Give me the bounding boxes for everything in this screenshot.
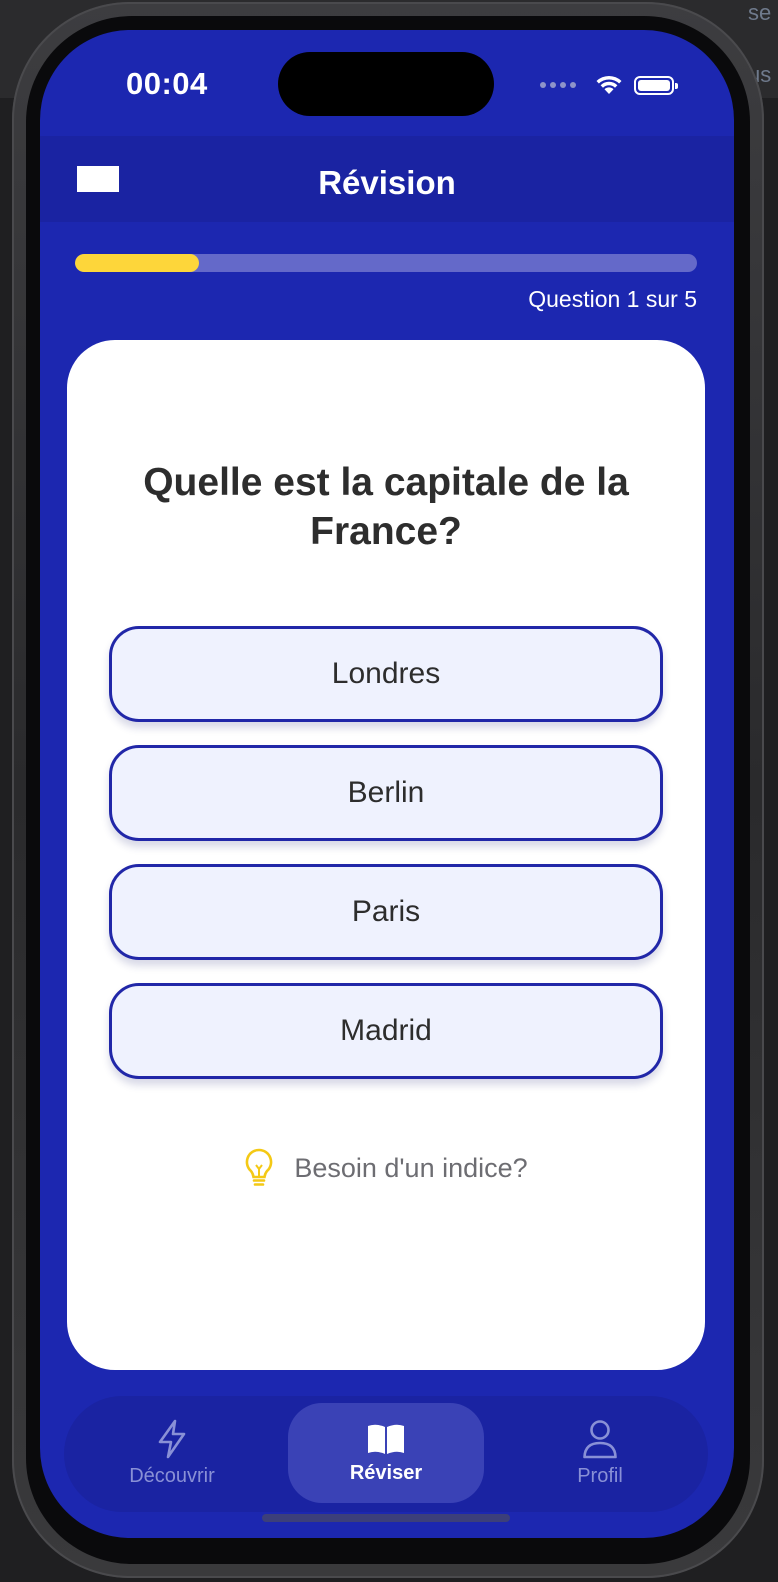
page-title: Révision <box>318 164 456 201</box>
app-screen: 00:04 Révision Question 1 sur 5 Quelle e… <box>40 30 734 1538</box>
status-time: 00:04 <box>126 66 208 101</box>
answer-option-londres[interactable]: Londres <box>109 626 663 722</box>
hint-button[interactable]: Besoin d'un indice? <box>67 1148 705 1188</box>
progress-label: Question 1 sur 5 <box>528 286 697 312</box>
tab-decouvrir[interactable]: Découvrir <box>74 1403 270 1503</box>
nav-bar: Révision <box>40 136 734 222</box>
quiz-progress-bar <box>75 254 697 272</box>
person-icon <box>583 1419 617 1458</box>
question-card: Quelle est la capitale de la France? Lon… <box>67 340 705 1370</box>
tab-label: Réviser <box>349 1461 423 1484</box>
status-icons <box>540 74 678 96</box>
tab-label: Profil <box>577 1464 623 1487</box>
book-icon <box>368 1424 404 1454</box>
answer-option-berlin[interactable]: Berlin <box>109 745 663 841</box>
tab-label: Découvrir <box>129 1464 215 1487</box>
hint-label: Besoin d'un indice? <box>294 1152 528 1183</box>
quiz-progress-fill <box>75 254 200 272</box>
tab-reviser[interactable]: Réviser <box>288 1403 484 1503</box>
question-text: Quelle est la capitale de la France? <box>143 461 629 553</box>
battery-icon <box>634 75 678 95</box>
backdrop-edge-text: se <box>748 0 772 25</box>
dynamic-island <box>278 52 494 116</box>
wifi-icon <box>596 75 622 94</box>
tab-bar: Découvrir Réviser Profil <box>64 1396 708 1512</box>
lightning-icon <box>158 1419 186 1458</box>
answer-option-paris[interactable]: Paris <box>109 864 663 960</box>
lightbulb-icon <box>245 1148 273 1186</box>
answer-option-madrid[interactable]: Madrid <box>109 983 663 1079</box>
tab-profil[interactable]: Profil <box>502 1403 698 1503</box>
cellular-signal-icon <box>540 82 576 88</box>
home-indicator[interactable] <box>262 1514 510 1522</box>
